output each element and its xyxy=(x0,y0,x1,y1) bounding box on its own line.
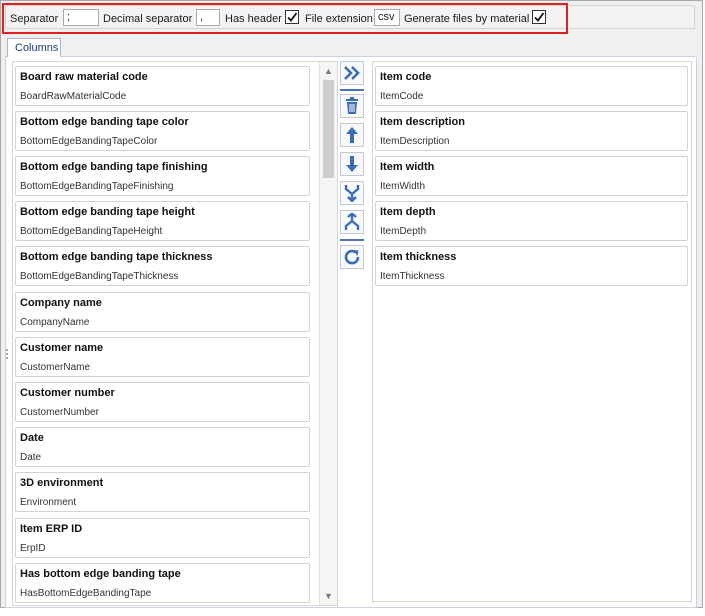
file-extension-input[interactable]: csv xyxy=(374,9,400,26)
merge-icon xyxy=(344,185,360,202)
add-all-icon xyxy=(344,66,360,80)
column-key: CustomerNumber xyxy=(20,407,99,418)
column-title: Item depth xyxy=(380,206,436,218)
tab-columns[interactable]: Columns xyxy=(7,38,61,58)
list-item[interactable]: Item ERP ID ErpID xyxy=(15,518,310,558)
column-key: ItemDescription xyxy=(380,136,450,147)
has-header-label: Has header xyxy=(225,13,282,25)
list-item[interactable]: Item code ItemCode xyxy=(375,66,688,106)
column-title: Item thickness xyxy=(380,251,457,263)
list-item[interactable]: Company name CompanyName xyxy=(15,292,310,332)
checkmark-icon xyxy=(534,12,545,22)
move-up-icon xyxy=(346,127,358,143)
list-item[interactable]: 3D environment Environment xyxy=(15,472,310,512)
available-columns-list[interactable]: Board raw material code BoardRawMaterial… xyxy=(12,61,338,606)
list-item[interactable]: Item depth ItemDepth xyxy=(375,201,688,241)
merge-button[interactable] xyxy=(340,181,364,205)
split-button[interactable] xyxy=(340,210,364,234)
separator-input[interactable]: ; xyxy=(63,9,99,26)
list-item[interactable]: Item thickness ItemThickness xyxy=(375,246,688,286)
move-down-icon xyxy=(346,156,358,172)
column-title: Board raw material code xyxy=(20,71,148,83)
column-title: Item description xyxy=(380,116,465,128)
decimal-separator-input[interactable]: , xyxy=(196,9,220,26)
csv-options-toolbar: Separator ; Decimal separator , Has head… xyxy=(5,5,695,29)
list-item[interactable]: Bottom edge banding tape finishing Botto… xyxy=(15,156,310,196)
vertical-scrollbar[interactable]: ▲ ▼ xyxy=(319,62,337,605)
refresh-icon xyxy=(344,249,360,265)
decimal-separator-label: Decimal separator xyxy=(103,13,193,25)
column-title: Customer number xyxy=(20,387,115,399)
column-key: ErpID xyxy=(20,543,46,554)
list-item[interactable]: Date Date xyxy=(15,427,310,467)
column-key: Environment xyxy=(20,497,77,508)
column-title: Bottom edge banding tape thickness xyxy=(20,251,213,263)
column-key: CustomerName xyxy=(20,362,91,373)
scroll-down-arrow-icon[interactable]: ▼ xyxy=(320,589,337,603)
column-key: ItemThickness xyxy=(380,271,445,282)
list-item[interactable]: Bottom edge banding tape thickness Botto… xyxy=(15,246,310,286)
list-item[interactable]: Customer number CustomerNumber xyxy=(15,382,310,422)
column-title: Item code xyxy=(380,71,432,83)
column-title: Has bottom edge banding tape xyxy=(20,568,181,580)
move-down-button[interactable] xyxy=(340,152,364,176)
column-title: Item ERP ID xyxy=(20,523,83,535)
toolbar-separator xyxy=(340,89,364,91)
column-key: BottomEdgeBandingTapeHeight xyxy=(20,226,163,237)
has-header-checkbox[interactable] xyxy=(285,10,299,24)
scroll-up-arrow-icon[interactable]: ▲ xyxy=(320,64,337,78)
generate-files-label: Generate files by material xyxy=(404,13,530,25)
toolbar-separator xyxy=(340,239,364,241)
column-title: 3D environment xyxy=(20,477,104,489)
column-title: Date xyxy=(20,432,44,444)
column-key: HasBottomEdgeBandingTape xyxy=(20,588,152,599)
delete-button[interactable] xyxy=(340,94,364,118)
checkmark-icon xyxy=(287,12,298,22)
column-key: ItemCode xyxy=(380,91,424,102)
export-settings-window: Separator ; Decimal separator , Has head… xyxy=(0,0,703,608)
column-title: Bottom edge banding tape finishing xyxy=(20,161,208,173)
separator-label: Separator xyxy=(10,13,59,25)
column-title: Bottom edge banding tape color xyxy=(20,116,189,128)
list-item[interactable]: Bottom edge banding tape color BottomEdg… xyxy=(15,111,310,151)
list-item[interactable]: Item description ItemDescription xyxy=(375,111,688,151)
split-icon xyxy=(344,213,360,230)
delete-icon xyxy=(346,97,358,114)
column-key: ItemDepth xyxy=(380,226,427,237)
selected-columns-list[interactable]: Item code ItemCode Item description Item… xyxy=(372,61,692,602)
list-item[interactable]: Board raw material code BoardRawMaterial… xyxy=(15,66,310,106)
resize-grip[interactable] xyxy=(6,349,8,359)
column-key: BottomEdgeBandingTapeFinishing xyxy=(20,181,174,192)
list-item[interactable]: Item width ItemWidth xyxy=(375,156,688,196)
list-item[interactable]: Has bottom edge banding tape HasBottomEd… xyxy=(15,563,310,603)
column-key: CompanyName xyxy=(20,317,90,328)
refresh-button[interactable] xyxy=(340,245,364,269)
add-all-button[interactable] xyxy=(340,61,364,85)
columns-panel: Board raw material code BoardRawMaterial… xyxy=(5,57,697,608)
tab-strip: Columns xyxy=(5,35,695,58)
column-title: Company name xyxy=(20,297,102,309)
column-title: Item width xyxy=(380,161,435,173)
column-key: BottomEdgeBandingTapeThickness xyxy=(20,271,179,282)
generate-files-checkbox[interactable] xyxy=(532,10,546,24)
column-key: BottomEdgeBandingTapeColor xyxy=(20,136,158,147)
column-key: Date xyxy=(20,452,42,463)
file-extension-label: File extension xyxy=(305,13,373,25)
column-title: Bottom edge banding tape height xyxy=(20,206,195,218)
column-key: ItemWidth xyxy=(380,181,426,192)
list-item[interactable]: Customer name CustomerName xyxy=(15,337,310,377)
column-actions-toolbar xyxy=(338,61,366,291)
column-title: Customer name xyxy=(20,342,104,354)
column-key: BoardRawMaterialCode xyxy=(20,91,127,102)
move-up-button[interactable] xyxy=(340,123,364,147)
scroll-thumb[interactable] xyxy=(323,80,334,178)
list-item[interactable]: Bottom edge banding tape height BottomEd… xyxy=(15,201,310,241)
